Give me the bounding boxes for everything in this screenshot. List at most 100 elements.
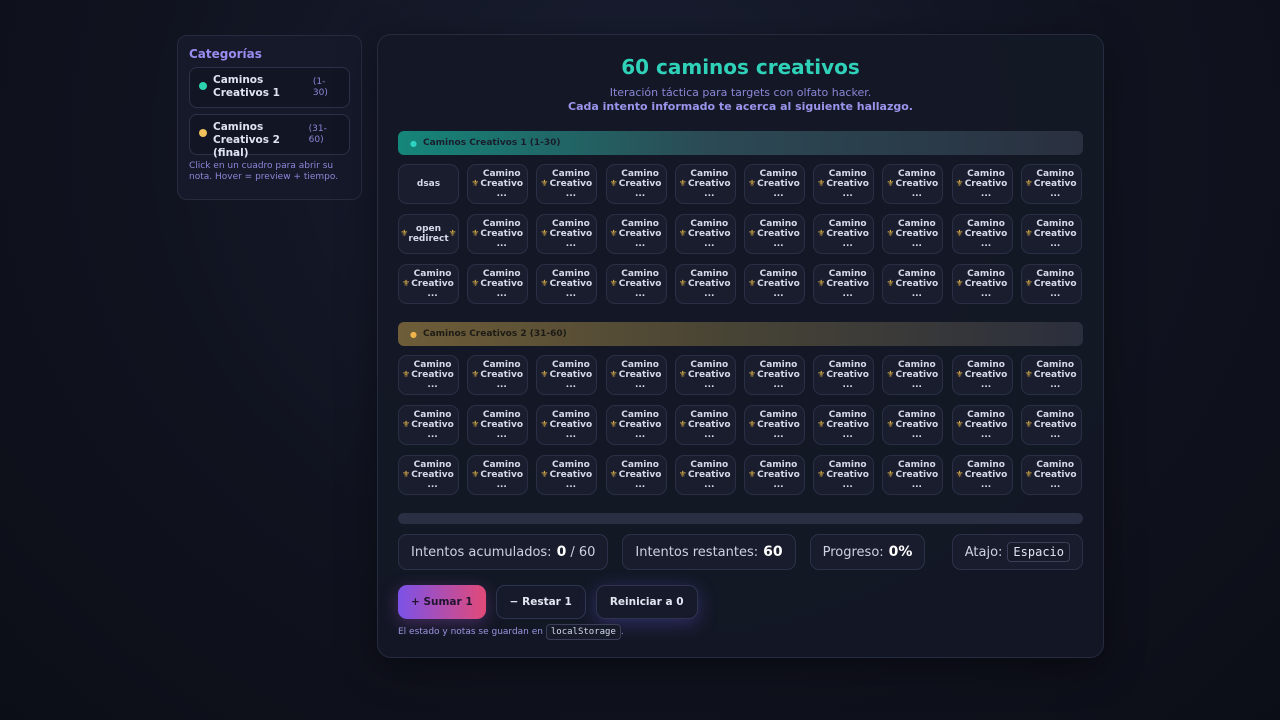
footnote-code: localStorage [545,624,621,640]
path-cell[interactable]: ⚜ Camino Creativo ... [882,214,944,254]
path-cell[interactable]: ⚜ Camino Creativo ... [605,164,667,204]
path-cell[interactable]: ⚜ Camino Creativo ... [605,264,667,304]
path-cell[interactable]: ⚜ Camino Creativo ... [605,214,667,254]
remaining-value: 60 [763,544,783,560]
footnote-text: El estado y notas se guardan en [398,627,543,637]
section-bullet-icon: ● [410,329,417,339]
section-label: Caminos Creativos 2 (31-60) [422,329,567,339]
path-cell[interactable]: ⚜ Camino Creativo ... [743,455,805,495]
category-dot-icon [199,129,207,137]
path-cell[interactable]: ⚜ Camino Creativo ... [743,405,805,445]
progress-label: Progreso: [822,544,884,560]
storage-footnote: El estado y notas se guardan en localSto… [398,624,1083,640]
page-title: 60 caminos creativos [621,55,860,79]
path-cell[interactable]: ⚜ Camino Creativo ... [674,355,736,395]
path-cell[interactable]: ⚜ Camino Creativo ... [1020,405,1082,445]
category-range: (1-30) [312,77,328,98]
accumulated-total: / 60 [570,544,596,560]
accumulated-value: 0 [556,544,567,560]
path-cell[interactable]: ⚜ Camino Creativo ... [951,405,1013,445]
path-cell[interactable]: ⚜ Camino Creativo ... [1020,214,1082,254]
path-cell[interactable]: ⚜ Camino Creativo ... [813,405,875,445]
remaining-label: Intentos restantes: [635,544,759,560]
category-item-2[interactable]: Caminos Creativos 2 (final) (31-60) [189,114,350,159]
page-subtitle: Iteración táctica para targets con olfat… [609,86,872,99]
path-cell[interactable]: ⚜ Camino Creativo ... [743,355,805,395]
path-cell[interactable]: ⚜ Camino Creativo ... [951,455,1013,495]
add-one-button[interactable]: + Sumar 1 [398,585,486,619]
path-cell[interactable]: ⚜ Camino Creativo ... [605,405,667,445]
sidebar-hint: Click en un cuadro para abrir su nota. H… [189,161,339,182]
path-cell[interactable]: ⚜ Camino Creativo ... [813,264,875,304]
path-cell[interactable]: ⚜ Camino Creativo ... [536,214,598,254]
path-cell[interactable]: ⚜ Camino Creativo ... [467,164,529,204]
reset-button[interactable]: Reiniciar a 0 [595,585,698,619]
category-dot-icon [199,82,207,90]
path-cell[interactable]: ⚜ Camino Creativo ... [467,264,529,304]
remaining-stat: Intentos restantes: 60 [622,534,796,570]
path-cell[interactable]: ⚜ Camino Creativo ... [674,405,736,445]
path-cell[interactable]: ⚜ Camino Creativo ... [1020,264,1082,304]
path-cell[interactable]: ⚜ Camino Creativo ... [398,355,459,395]
path-cell[interactable]: ⚜ Camino Creativo ... [813,355,875,395]
path-cell[interactable]: ⚜ Camino Creativo ... [813,214,875,254]
shortcut-stat: Atajo: Espacio [951,534,1083,570]
footnote-end: . [620,627,624,637]
action-buttons: + Sumar 1 − Restar 1 Reiniciar a 0 [398,585,1083,619]
path-cell[interactable]: ⚜ Camino Creativo ... [674,455,736,495]
path-cell[interactable]: ⚜ Camino Creativo ... [951,355,1013,395]
path-cell[interactable]: ⚜ Camino Creativo ... [882,405,944,445]
path-cell[interactable]: ⚜ Camino Creativo ... [951,214,1013,254]
path-cell[interactable]: ⚜ Camino Creativo ... [605,355,667,395]
category-item-1[interactable]: Caminos Creativos 1 (1-30) [189,67,350,108]
path-cell[interactable]: ⚜ Camino Creativo ... [743,264,805,304]
path-cell[interactable]: ⚜ Camino Creativo ... [813,164,875,204]
path-cell[interactable]: ⚜ Camino Creativo ... [536,405,598,445]
shortcut-key: Espacio [1007,542,1070,562]
progress-stat: Progreso: 0% [809,534,926,570]
path-cell[interactable]: ⚜ Camino Creativo ... [882,264,944,304]
path-cell[interactable]: ⚜ Camino Creativo ... [674,264,736,304]
section-header-1: ● Caminos Creativos 1 (1-30) [398,131,1083,155]
path-cell[interactable]: ⚜ Camino Creativo ... [813,455,875,495]
path-cell[interactable]: ⚜ Camino Creativo ... [951,164,1013,204]
section-grid-2: ⚜ Camino Creativo ... ⚜ Camino Creativo .… [398,355,1083,495]
path-cell[interactable]: ⚜ Camino Creativo ... [536,164,598,204]
path-cell[interactable]: ⚜ Camino Creativo ... [467,455,529,495]
progress-bar [398,513,1083,524]
accumulated-label: Intentos acumulados: [411,544,552,560]
main-panel: 60 caminos creativos Iteración táctica p… [377,34,1104,658]
category-name: Caminos Creativos 1 [213,74,280,99]
path-cell[interactable]: ⚜ Camino Creativo ... [398,405,459,445]
section-label: Caminos Creativos 1 (1-30) [422,138,561,148]
subtract-one-button[interactable]: − Restar 1 [495,585,586,619]
path-cell[interactable]: ⚜ Camino Creativo ... [882,455,944,495]
accumulated-stat: Intentos acumulados: 0 / 60 [398,534,609,570]
path-cell[interactable]: ⚜ Camino Creativo ... [398,264,459,304]
path-cell[interactable]: ⚜ Camino Creativo ... [951,264,1013,304]
category-name: Caminos Creativos 2 (final) [213,121,280,159]
path-cell[interactable]: ⚜ Camino Creativo ... [536,355,598,395]
path-cell[interactable]: ⚜ Camino Creativo ... [1020,455,1082,495]
path-cell[interactable]: ⚜ Camino Creativo ... [536,455,598,495]
path-cell[interactable]: dsas [398,164,459,204]
path-cell[interactable]: ⚜ Camino Creativo ... [398,455,459,495]
sidebar-title: Categorías [189,47,262,61]
path-cell[interactable]: ⚜ Camino Creativo ... [674,164,736,204]
path-cell[interactable]: ⚜ Camino Creativo ... [467,405,529,445]
path-cell[interactable]: ⚜ Camino Creativo ... [1020,355,1082,395]
path-cell[interactable]: ⚜ Camino Creativo ... [467,355,529,395]
path-cell[interactable]: ⚜ Camino Creativo ... [605,455,667,495]
path-cell[interactable]: ⚜ Camino Creativo ... [674,214,736,254]
path-cell[interactable]: ⚜ open redirect ⚜ [398,214,459,254]
path-cell[interactable]: ⚜ Camino Creativo ... [743,214,805,254]
section-bullet-icon: ● [410,138,417,148]
shortcut-label: Atajo: [964,544,1003,560]
path-cell[interactable]: ⚜ Camino Creativo ... [882,355,944,395]
path-cell[interactable]: ⚜ Camino Creativo ... [882,164,944,204]
path-cell[interactable]: ⚜ Camino Creativo ... [1020,164,1082,204]
section-header-2: ● Caminos Creativos 2 (31-60) [398,322,1083,346]
path-cell[interactable]: ⚜ Camino Creativo ... [467,214,529,254]
path-cell[interactable]: ⚜ Camino Creativo ... [536,264,598,304]
path-cell[interactable]: ⚜ Camino Creativo ... [743,164,805,204]
